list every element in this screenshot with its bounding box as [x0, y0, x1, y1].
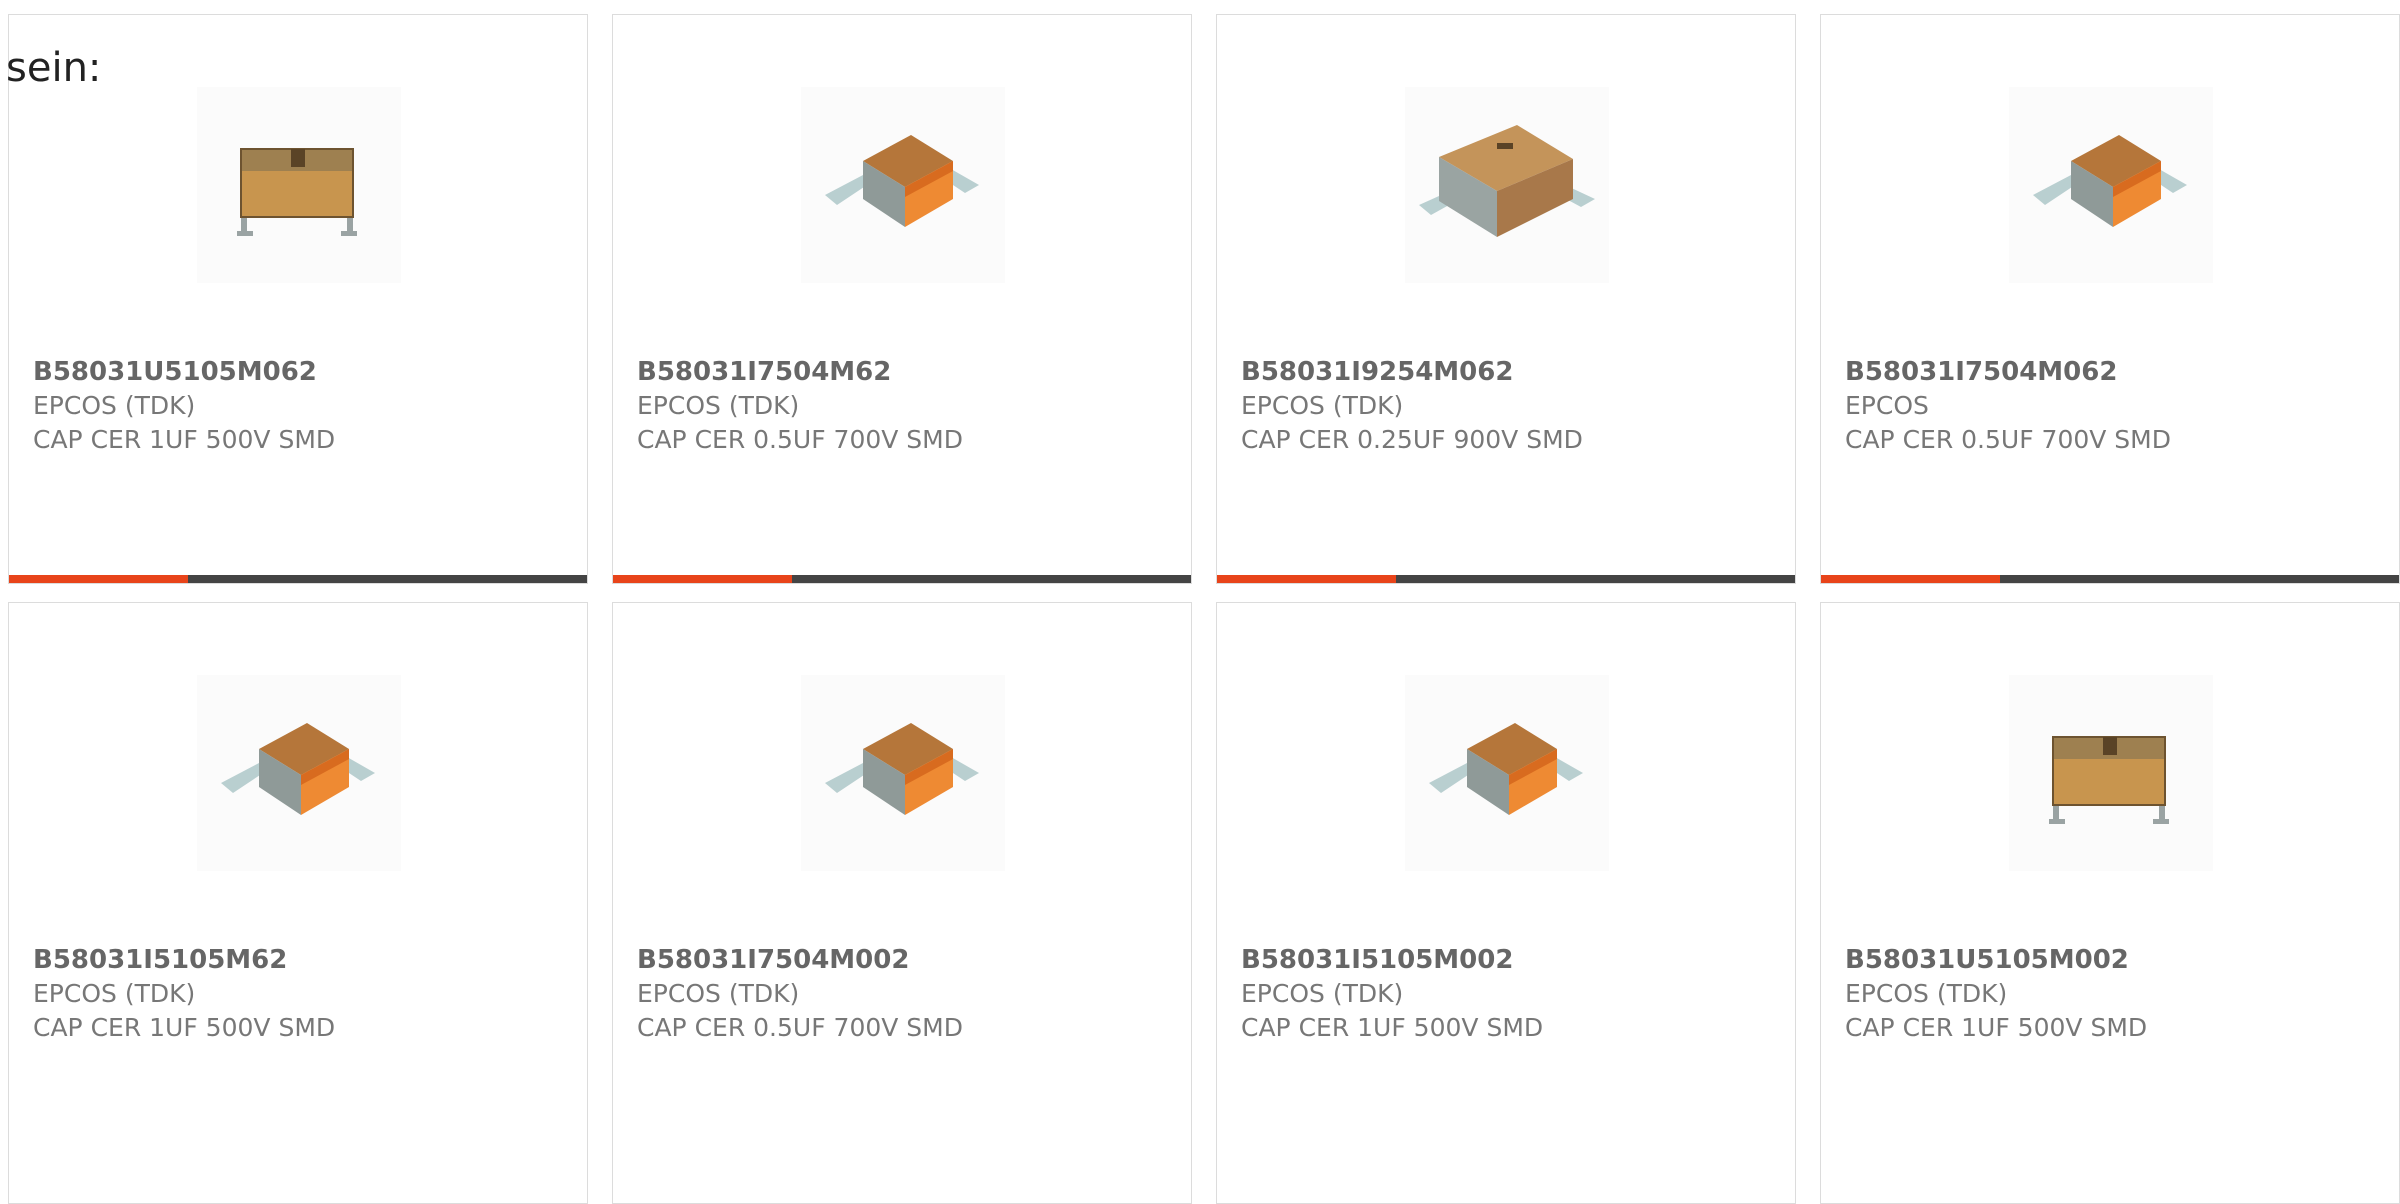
progress-bar-fill	[613, 575, 793, 583]
description: CAP CER 1UF 500V SMD	[1845, 1013, 2148, 1042]
manufacturer: EPCOS (TDK)	[1241, 391, 1404, 420]
product-image[interactable]	[197, 675, 401, 871]
capacitor-isometric-icon	[221, 723, 375, 815]
part-number[interactable]: B58031I5105M002	[1241, 943, 1543, 977]
progress-bar	[1821, 575, 2399, 583]
manufacturer: EPCOS (TDK)	[33, 979, 196, 1008]
product-info: B58031I5105M62 EPCOS (TDK) CAP CER 1UF 5…	[33, 943, 335, 1045]
progress-bar	[9, 575, 587, 583]
product-image[interactable]	[801, 675, 1005, 871]
part-number[interactable]: B58031I7504M002	[637, 943, 963, 977]
progress-bar-fill	[9, 575, 189, 583]
manufacturer: EPCOS	[1845, 391, 1929, 420]
product-image[interactable]	[1405, 87, 1609, 283]
product-info: B58031U5105M002 EPCOS (TDK) CAP CER 1UF …	[1845, 943, 2147, 1045]
manufacturer: EPCOS (TDK)	[637, 979, 800, 1008]
product-card[interactable]: B58031I7504M002 EPCOS (TDK) CAP CER 0.5U…	[612, 602, 1192, 1204]
product-info: B58031I7504M62 EPCOS (TDK) CAP CER 0.5UF…	[637, 355, 963, 457]
progress-bar-fill	[1821, 575, 2001, 583]
product-card[interactable]: B58031I9254M062 EPCOS (TDK) CAP CER 0.25…	[1216, 14, 1796, 584]
part-number[interactable]: B58031I7504M62	[637, 355, 963, 389]
description: CAP CER 0.5UF 700V SMD	[1845, 425, 2171, 454]
manufacturer: EPCOS (TDK)	[33, 391, 196, 420]
product-info: B58031I9254M062 EPCOS (TDK) CAP CER 0.25…	[1241, 355, 1583, 457]
capacitor-isometric-icon	[825, 723, 979, 815]
part-number[interactable]: B58031I9254M062	[1241, 355, 1583, 389]
progress-bar	[1217, 575, 1795, 583]
manufacturer: EPCOS (TDK)	[1241, 979, 1404, 1008]
capacitor-isometric-icon	[2033, 135, 2187, 227]
capacitor-isometric-brown-icon	[1419, 125, 1595, 237]
manufacturer: EPCOS (TDK)	[1845, 979, 2008, 1008]
product-image[interactable]	[2009, 675, 2213, 871]
product-image[interactable]	[1405, 675, 1609, 871]
part-number[interactable]: B58031I5105M62	[33, 943, 335, 977]
description: CAP CER 1UF 500V SMD	[33, 425, 336, 454]
product-card[interactable]: B58031I5105M002 EPCOS (TDK) CAP CER 1UF …	[1216, 602, 1796, 1204]
description: CAP CER 1UF 500V SMD	[1241, 1013, 1544, 1042]
intro-text: sein:	[6, 45, 102, 91]
product-grid: B58031U5105M062 EPCOS (TDK) CAP CER 1UF …	[8, 14, 2400, 584]
product-card[interactable]: B58031I7504M62 EPCOS (TDK) CAP CER 0.5UF…	[612, 14, 1192, 584]
product-info: B58031U5105M062 EPCOS (TDK) CAP CER 1UF …	[33, 355, 335, 457]
progress-bar	[613, 575, 1191, 583]
capacitor-isometric-icon	[1429, 723, 1583, 815]
product-image[interactable]	[197, 87, 401, 283]
product-grid-row-2: B58031I5105M62 EPCOS (TDK) CAP CER 1UF 5…	[8, 602, 2400, 1204]
manufacturer: EPCOS (TDK)	[637, 391, 800, 420]
description: CAP CER 0.5UF 700V SMD	[637, 425, 963, 454]
description: CAP CER 1UF 500V SMD	[33, 1013, 336, 1042]
description: CAP CER 0.5UF 700V SMD	[637, 1013, 963, 1042]
product-image[interactable]	[801, 87, 1005, 283]
product-info: B58031I7504M002 EPCOS (TDK) CAP CER 0.5U…	[637, 943, 963, 1045]
part-number[interactable]: B58031I7504M062	[1845, 355, 2171, 389]
product-card[interactable]: B58031U5105M062 EPCOS (TDK) CAP CER 1UF …	[8, 14, 588, 584]
part-number[interactable]: B58031U5105M062	[33, 355, 335, 389]
progress-bar-fill	[1217, 575, 1397, 583]
product-card[interactable]: B58031I7504M062 EPCOS CAP CER 0.5UF 700V…	[1820, 14, 2400, 584]
part-number[interactable]: B58031U5105M002	[1845, 943, 2147, 977]
product-image[interactable]	[2009, 87, 2213, 283]
product-info: B58031I7504M062 EPCOS CAP CER 0.5UF 700V…	[1845, 355, 2171, 457]
product-card[interactable]: B58031U5105M002 EPCOS (TDK) CAP CER 1UF …	[1820, 602, 2400, 1204]
product-card[interactable]: B58031I5105M62 EPCOS (TDK) CAP CER 1UF 5…	[8, 602, 588, 1204]
capacitor-front-view-icon	[2049, 736, 2169, 824]
product-info: B58031I5105M002 EPCOS (TDK) CAP CER 1UF …	[1241, 943, 1543, 1045]
description: CAP CER 0.25UF 900V SMD	[1241, 425, 1583, 454]
capacitor-isometric-icon	[825, 135, 979, 227]
capacitor-front-view-icon	[237, 148, 357, 236]
